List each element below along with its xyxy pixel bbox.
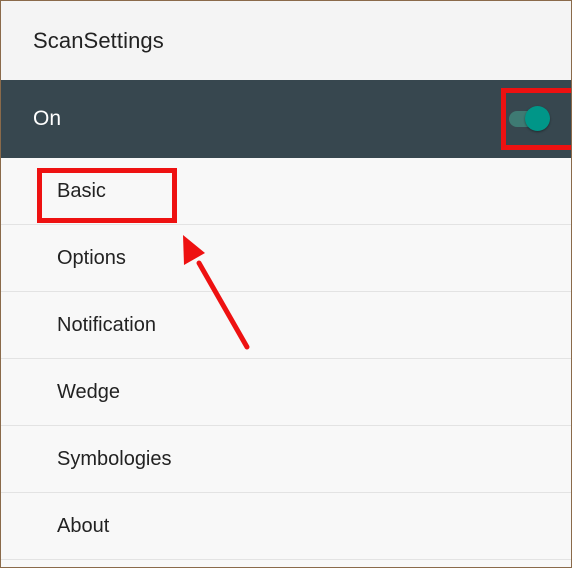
- annotation-highlight-box-basic: [37, 168, 177, 223]
- menu-item-wedge[interactable]: Wedge: [1, 359, 571, 426]
- annotation-highlight-box-switch: [501, 88, 571, 150]
- app-bar: ScanSettings: [1, 1, 571, 80]
- menu-item-about[interactable]: About: [1, 493, 571, 560]
- menu-item-label: Options: [57, 246, 126, 269]
- app-title: ScanSettings: [33, 27, 164, 53]
- menu-item-label: About: [57, 514, 110, 537]
- master-switch-label: On: [33, 107, 62, 130]
- settings-window: ScanSettings On Basic Options Notificati…: [0, 0, 572, 568]
- menu-item-label: Notification: [57, 313, 156, 336]
- master-switch-bar[interactable]: On: [1, 80, 571, 158]
- menu-item-options[interactable]: Options: [1, 225, 571, 292]
- menu-item-symbologies[interactable]: Symbologies: [1, 426, 571, 493]
- menu-item-label: Wedge: [57, 380, 121, 403]
- menu-item-notification[interactable]: Notification: [1, 292, 571, 359]
- menu-item-label: Symbologies: [57, 447, 172, 470]
